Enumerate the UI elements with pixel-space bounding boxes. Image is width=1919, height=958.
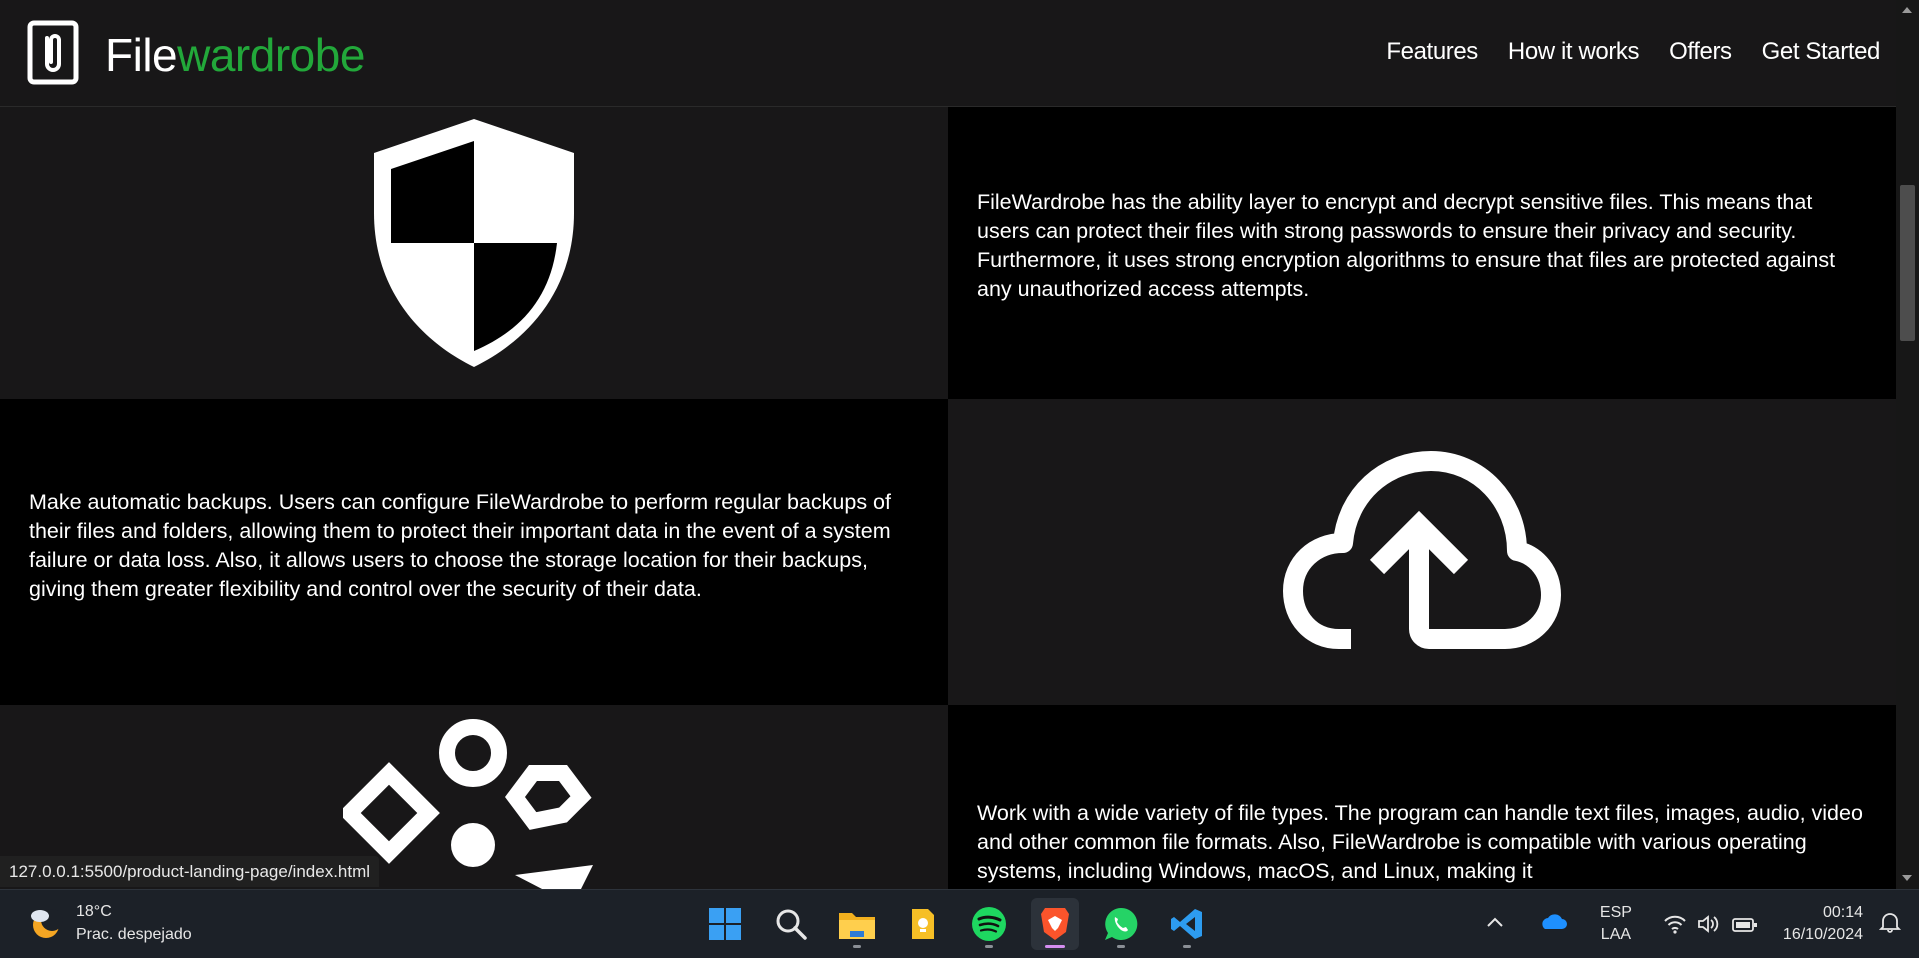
site-header: Filewardrobe Features How it works Offer… xyxy=(0,0,1896,107)
link-status-url: 127.0.0.1:5500/product-landing-page/inde… xyxy=(0,856,380,887)
keep-notes-icon[interactable] xyxy=(899,898,947,950)
file-explorer-icon[interactable] xyxy=(833,898,881,950)
windows-taskbar: 18°C Prac. despejado ESP LAA 00:14 16/10… xyxy=(0,889,1919,958)
app-running-indicator xyxy=(853,945,861,948)
search-icon[interactable] xyxy=(767,898,815,950)
clock-time: 00:14 xyxy=(1822,904,1863,921)
chevron-up-icon[interactable] xyxy=(1485,915,1525,934)
windows-start-icon[interactable] xyxy=(701,898,749,950)
app-running-indicator xyxy=(1183,945,1191,948)
scroll-down-arrow-icon[interactable] xyxy=(1902,875,1912,881)
system-clock[interactable]: 00:14 16/10/2024 xyxy=(1783,902,1863,946)
quick-settings[interactable] xyxy=(1663,914,1759,934)
feature-row-backups: Make automatic backups. Users can config… xyxy=(0,399,1896,705)
moon-cloud-icon xyxy=(31,909,63,938)
weather-widget[interactable]: 18°C Prac. despejado xyxy=(26,900,192,946)
notifications-icon[interactable] xyxy=(1878,911,1909,938)
feature-description: Make automatic backups. Users can config… xyxy=(29,490,891,601)
whatsapp-icon[interactable] xyxy=(1097,898,1145,950)
spotify-icon[interactable] xyxy=(965,898,1013,950)
clock-date: 16/10/2024 xyxy=(1782,926,1863,943)
feature-row-encryption: FileWardrobe has the ability layer to en… xyxy=(0,107,1896,399)
brand-part-wardrobe: wardrobe xyxy=(177,29,365,81)
keyboard-layout: LAA xyxy=(1600,926,1632,943)
brand-name[interactable]: Filewardrobe xyxy=(105,28,365,82)
shield-icon xyxy=(374,119,574,367)
scrollbar-thumb[interactable] xyxy=(1900,185,1915,341)
scroll-up-arrow-icon[interactable] xyxy=(1902,7,1912,13)
taskbar-apps xyxy=(701,898,1211,950)
app-running-indicator xyxy=(1117,945,1125,948)
shapes-icon xyxy=(343,719,593,889)
language-code: ESP xyxy=(1599,904,1632,921)
nav-how-it-works[interactable]: How it works xyxy=(1508,38,1640,66)
cloud-upload-icon xyxy=(1283,451,1561,649)
feature-text-cell: FileWardrobe has the ability layer to en… xyxy=(948,107,1896,399)
brand-part-file: File xyxy=(105,29,178,81)
wifi-icon xyxy=(1664,915,1686,934)
vscode-icon[interactable] xyxy=(1163,898,1211,950)
brave-browser-icon[interactable] xyxy=(1031,898,1079,950)
weather-temp: 18°C xyxy=(76,903,112,920)
nav-offers[interactable]: Offers xyxy=(1669,38,1732,66)
main-nav: Features How it works Offers Get Started xyxy=(1386,38,1880,66)
feature-image-cell xyxy=(948,399,1896,705)
system-tray: ESP LAA 00:14 16/10/2024 xyxy=(1485,890,1919,958)
feature-text-cell: Make automatic backups. Users can config… xyxy=(0,399,948,705)
weather-desc: Prac. despejado xyxy=(76,926,192,943)
feature-image-cell xyxy=(0,107,948,399)
app-running-indicator xyxy=(985,945,993,948)
volume-icon xyxy=(1698,915,1719,933)
language-indicator[interactable]: ESP LAA xyxy=(1591,902,1641,946)
feature-text-cell: Work with a wide variety of file types. … xyxy=(948,705,1896,889)
nav-get-started[interactable]: Get Started xyxy=(1762,38,1881,66)
feature-description: Work with a wide variety of file types. … xyxy=(977,801,1863,883)
onedrive-cloud-icon[interactable] xyxy=(1539,913,1579,936)
features-section: FileWardrobe has the ability layer to en… xyxy=(0,107,1896,889)
battery-icon xyxy=(1732,918,1757,932)
nav-features[interactable]: Features xyxy=(1386,38,1478,66)
paperclip-logo-icon[interactable] xyxy=(27,20,79,85)
feature-description: FileWardrobe has the ability layer to en… xyxy=(977,190,1836,301)
app-active-indicator xyxy=(1045,945,1065,948)
page-scrollbar[interactable] xyxy=(1896,0,1919,889)
